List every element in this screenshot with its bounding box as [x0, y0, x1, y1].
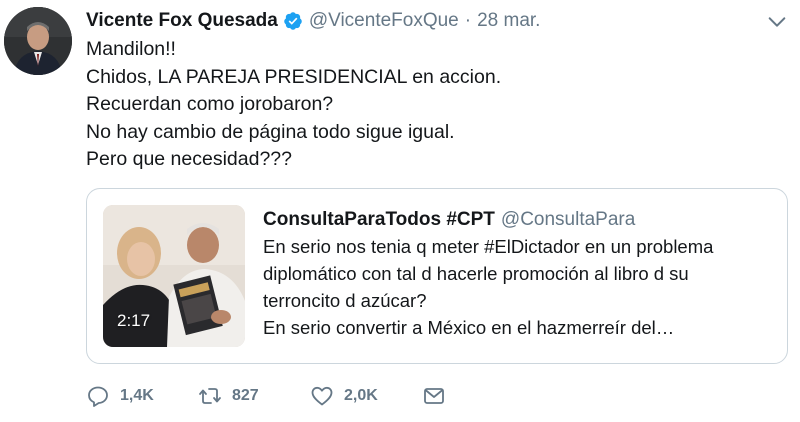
quoted-author-name[interactable]: ConsultaParaTodos #CPT: [263, 209, 495, 231]
quoted-text-line: En serio convertir a México en el hazmer…: [263, 317, 675, 338]
author-handle[interactable]: @VicenteFoxQue: [309, 10, 459, 32]
quoted-text: En serio nos tenia q meter #ElDictador e…: [263, 233, 783, 341]
quoted-text-line: diplomático con tal d hacerle promoción …: [263, 263, 689, 284]
tweet-text-line: Recuerdan como jorobaron?: [86, 93, 334, 116]
verified-badge-icon: [284, 12, 302, 30]
direct-message-button[interactable]: [422, 382, 446, 410]
tweet-date[interactable]: 28 mar.: [477, 10, 540, 32]
like-count: 2,0K: [344, 387, 378, 404]
retweet-count: 827: [232, 387, 259, 404]
tweet-text-line: Mandilon!!: [86, 38, 176, 60]
tweet-text-line: Pero que necesidad???: [86, 148, 292, 171]
quoted-tweet-card[interactable]: 2:17 ConsultaParaTodos #CPT @ConsultaPar…: [86, 188, 788, 364]
retweet-button[interactable]: 827: [198, 382, 259, 410]
like-button[interactable]: 2,0K: [310, 382, 378, 410]
quoted-video-thumbnail[interactable]: 2:17: [103, 205, 245, 347]
quoted-author-handle[interactable]: @ConsultaPara: [501, 209, 635, 231]
tweet: Vicente Fox Quesada @VicenteFoxQue · 28 …: [0, 0, 800, 422]
quoted-text-line: En serio nos tenia q meter #ElDictador e…: [263, 236, 714, 257]
author-name[interactable]: Vicente Fox Quesada: [86, 10, 278, 32]
reply-button[interactable]: 1,4K: [86, 382, 154, 410]
video-duration: 2:17: [117, 311, 151, 330]
quoted-header: ConsultaParaTodos #CPT @ConsultaPara: [263, 209, 635, 231]
avatar[interactable]: [4, 7, 72, 75]
tweet-header: Vicente Fox Quesada @VicenteFoxQue · 28 …: [86, 8, 540, 34]
separator-dot: ·: [464, 10, 472, 31]
reply-icon: [88, 386, 108, 407]
reply-count: 1,4K: [120, 387, 154, 404]
message-icon: [424, 388, 444, 404]
tweet-text-line: Chidos, LA PAREJA PRESIDENCIAL en accion…: [86, 65, 502, 88]
quoted-text-line: terroncito d azúcar?: [263, 290, 427, 311]
chevron-down-icon[interactable]: [766, 11, 788, 33]
tweet-text: Mandilon!! Chidos, LA PAREJA PRESIDENCIA…: [86, 36, 776, 174]
retweet-icon: [199, 388, 221, 404]
tweet-text-line: No hay cambio de página todo sigue igual…: [86, 120, 455, 143]
like-icon: [311, 386, 333, 406]
